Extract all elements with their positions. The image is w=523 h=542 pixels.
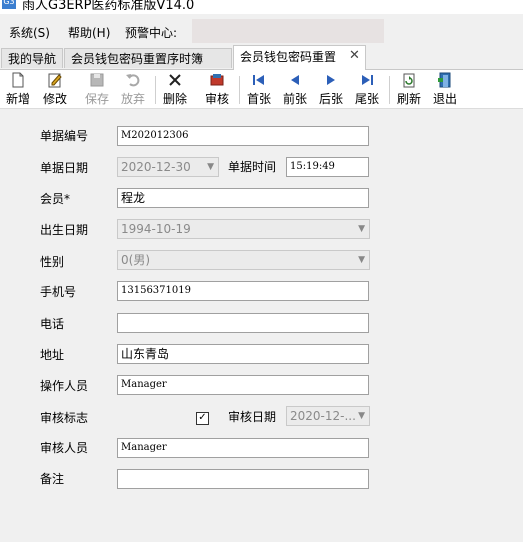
app-icon: G3 bbox=[2, 0, 16, 9]
chevron-down-icon: ▼ bbox=[358, 224, 365, 234]
prev-icon bbox=[291, 75, 299, 85]
audit-flag-checkbox[interactable]: ✓ bbox=[196, 412, 209, 425]
remark-label: 备注 bbox=[40, 472, 65, 486]
address-field[interactable]: 山东青岛 bbox=[117, 344, 369, 364]
refresh-button[interactable]: 刷新 bbox=[392, 72, 426, 106]
doc-date-value: 2020-12-30 bbox=[121, 160, 191, 174]
new-button[interactable]: 新增 bbox=[1, 72, 35, 106]
audit-date-picker[interactable]: 2020-12-... ▼ bbox=[286, 406, 370, 426]
refresh-icon bbox=[403, 73, 415, 88]
auditor-field[interactable]: Manager bbox=[117, 438, 369, 458]
gender-label: 性别 bbox=[40, 255, 65, 269]
delete-x-icon bbox=[169, 74, 181, 86]
operator-label: 操作人员 bbox=[40, 379, 89, 393]
tab-bar: 我的导航 会员钱包密码重置序时簿 会员钱包密码重置 ✕ bbox=[0, 44, 523, 70]
discard-button[interactable]: 放弃 bbox=[116, 72, 150, 106]
doc-no-field[interactable]: M202012306 bbox=[117, 126, 369, 146]
menu-help[interactable]: 帮助(H) bbox=[68, 24, 110, 41]
chevron-down-icon: ▼ bbox=[358, 255, 365, 265]
tab-my-navigation[interactable]: 我的导航 bbox=[1, 48, 63, 68]
last-button[interactable]: 尾张 bbox=[350, 72, 384, 106]
menu-alert-center[interactable]: 预警中心: bbox=[125, 24, 177, 41]
birth-date-value: 1994-10-19 bbox=[121, 222, 191, 236]
prev-button[interactable]: 前张 bbox=[278, 72, 312, 106]
address-label: 地址 bbox=[40, 348, 65, 362]
save-button[interactable]: 保存 bbox=[80, 72, 114, 106]
tab-label: 会员钱包密码重置 bbox=[240, 50, 337, 64]
edit-icon bbox=[48, 73, 62, 88]
birth-date-label: 出生日期 bbox=[40, 223, 89, 237]
chevron-down-icon: ▼ bbox=[207, 162, 214, 172]
audit-date-value: 2020-12-... bbox=[290, 409, 356, 423]
member-field[interactable]: 程龙 bbox=[117, 188, 369, 208]
approve-button[interactable]: 审核 bbox=[200, 72, 234, 106]
last-label: 尾张 bbox=[354, 92, 379, 106]
mobile-label: 手机号 bbox=[40, 285, 77, 299]
birth-date-picker[interactable]: 1994-10-19 ▼ bbox=[117, 219, 370, 239]
exit-button[interactable]: 退出 bbox=[428, 72, 462, 106]
mobile-field[interactable]: 13156371019 bbox=[117, 281, 369, 301]
delete-label: 删除 bbox=[162, 92, 187, 106]
doc-time-field[interactable]: 15:19:49 bbox=[286, 157, 369, 177]
doc-date-label: 单据日期 bbox=[40, 161, 89, 175]
alert-center-panel bbox=[192, 19, 384, 43]
toolbar: 新增 修改 保存 放弃 删除 审核 首张 前张 后张 尾张 刷新 退出 bbox=[0, 70, 523, 109]
auditor-label: 审核人员 bbox=[40, 441, 89, 455]
approve-label: 审核 bbox=[204, 92, 229, 106]
approve-icon bbox=[210, 74, 224, 86]
close-icon[interactable]: ✕ bbox=[349, 48, 360, 63]
edit-label: 修改 bbox=[42, 92, 67, 106]
last-icon bbox=[362, 75, 373, 85]
phone-field[interactable] bbox=[117, 313, 369, 333]
gender-value: 0(男) bbox=[121, 253, 150, 267]
next-button[interactable]: 后张 bbox=[314, 72, 348, 106]
phone-label: 电话 bbox=[40, 317, 65, 331]
exit-icon bbox=[438, 72, 451, 88]
new-doc-icon bbox=[12, 72, 24, 88]
first-icon bbox=[253, 75, 264, 85]
remark-field[interactable] bbox=[117, 469, 369, 489]
title-bar: G3 雨人G3ERP医药标准版V14.0 bbox=[0, 0, 523, 14]
discard-label: 放弃 bbox=[120, 92, 145, 106]
member-label: 会员* bbox=[40, 192, 71, 206]
gender-select[interactable]: 0(男) ▼ bbox=[117, 250, 370, 270]
next-icon bbox=[327, 75, 335, 85]
doc-time-label: 单据时间 bbox=[228, 160, 277, 174]
audit-date-label: 审核日期 bbox=[228, 410, 277, 424]
doc-no-label: 单据编号 bbox=[40, 129, 89, 143]
operator-field[interactable]: Manager bbox=[117, 375, 369, 395]
reset-form: 单据编号 M202012306 单据日期 2020-12-30 ▼ 单据时间 1… bbox=[0, 109, 523, 542]
exit-label: 退出 bbox=[432, 92, 457, 106]
window-title: 雨人G3ERP医药标准版V14.0 bbox=[22, 0, 195, 13]
tab-password-reset[interactable]: 会员钱包密码重置 bbox=[233, 45, 366, 70]
first-button[interactable]: 首张 bbox=[242, 72, 276, 106]
edit-button[interactable]: 修改 bbox=[38, 72, 72, 106]
delete-button[interactable]: 删除 bbox=[158, 72, 192, 106]
tab-password-reset-journal[interactable]: 会员钱包密码重置序时簿 bbox=[64, 48, 232, 68]
audit-flag-label: 审核标志 bbox=[40, 411, 89, 425]
undo-icon bbox=[126, 74, 140, 87]
chevron-down-icon: ▼ bbox=[358, 411, 365, 421]
menu-system[interactable]: 系统(S) bbox=[9, 24, 50, 41]
doc-date-picker[interactable]: 2020-12-30 ▼ bbox=[117, 157, 219, 177]
save-icon bbox=[90, 73, 104, 87]
